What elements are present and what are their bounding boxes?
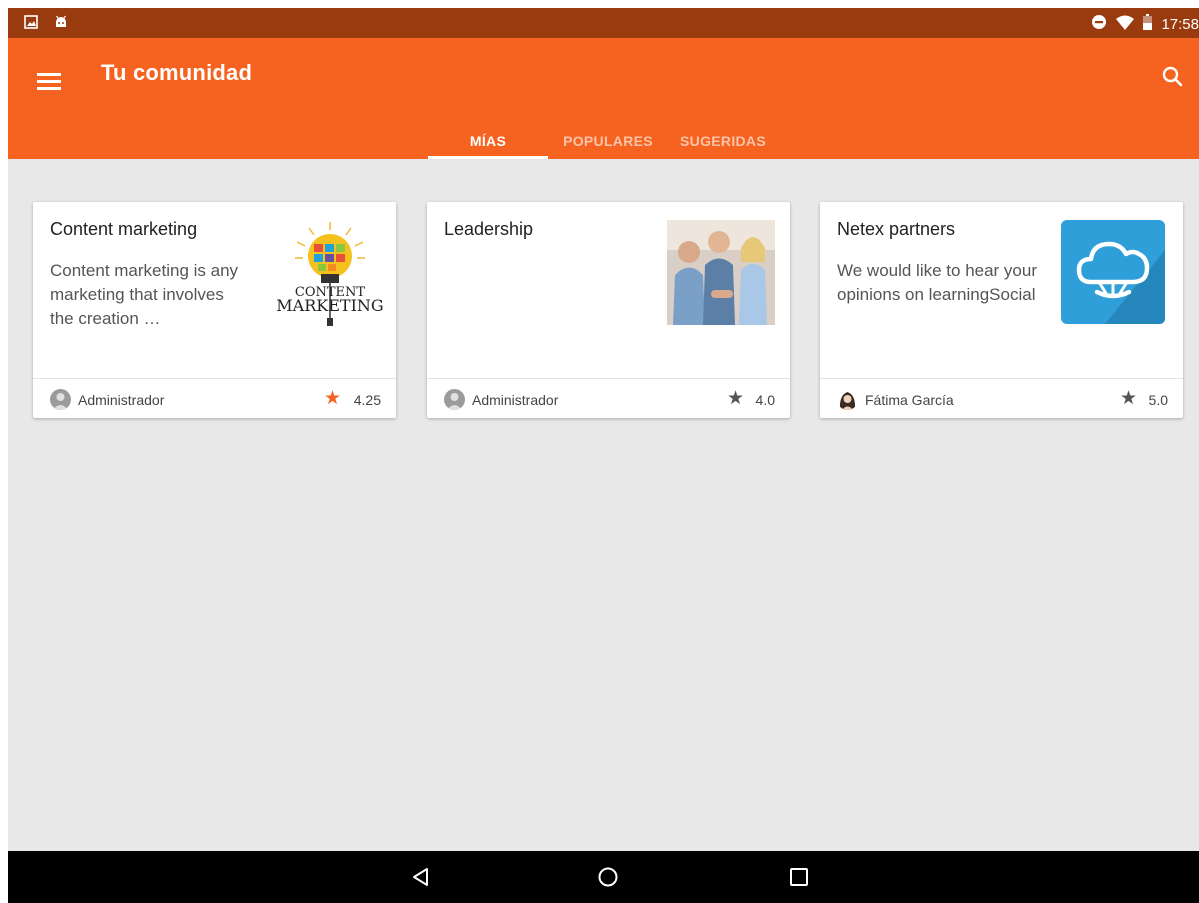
wifi-icon — [1116, 15, 1135, 34]
do-not-disturb-icon — [1091, 14, 1107, 34]
card-title: Netex partners — [837, 219, 956, 239]
image-icon — [24, 15, 38, 34]
back-icon[interactable] — [409, 865, 433, 889]
card-description: Content marketing is any marketing that … — [50, 261, 239, 328]
author-name: Administrador — [472, 392, 559, 408]
status-bar: 17:58 — [8, 8, 1199, 38]
community-card-netex-partners[interactable]: Netex partners We would like to hear you… — [820, 202, 1183, 418]
card-footer: Administrador ★ 4.25 — [33, 378, 396, 419]
tab-bar: MÍAS POPULARES SUGERIDAS — [428, 118, 778, 159]
card-title: Content marketing — [50, 219, 198, 239]
community-card-leadership[interactable]: Leadership Administrador ★ 4.0 — [427, 202, 790, 418]
search-icon[interactable] — [1159, 63, 1187, 91]
card-title: Leadership — [444, 219, 534, 239]
app-bar: Tu comunidad MÍAS POPULARES SUGERIDAS — [8, 38, 1199, 159]
card-description: We would like to hear your opinions on l… — [837, 261, 1038, 304]
navigation-bar — [8, 851, 1199, 903]
star-icon: ★ — [1119, 388, 1137, 409]
hamburger-menu-icon[interactable] — [37, 73, 61, 91]
rating-value: 4.25 — [353, 392, 381, 408]
card-image-lightbulb: CONTENT MARKETING — [273, 220, 388, 326]
avatar — [837, 389, 858, 410]
status-time: 17:58 — [1161, 15, 1199, 33]
star-icon: ★ — [726, 388, 744, 409]
card-footer: Fátima García ★ 5.0 — [820, 378, 1183, 419]
card-footer: Administrador ★ 4.0 — [427, 378, 790, 419]
battery-icon — [1143, 14, 1153, 34]
community-card-content-marketing[interactable]: Content marketing Content marketing is a… — [33, 202, 396, 418]
card-image-cloud-logo — [1061, 220, 1165, 324]
rating-value: 4.0 — [755, 392, 775, 408]
avatar — [444, 389, 465, 410]
app-screen: 17:58 Tu comunidad MÍAS POPULARES SUGERI… — [8, 8, 1199, 903]
recents-icon[interactable] — [787, 865, 811, 889]
star-icon: ★ — [323, 388, 341, 409]
author-name: Fátima García — [865, 392, 954, 408]
tab-sugeridas[interactable]: SUGERIDAS — [668, 118, 778, 159]
rating-value: 5.0 — [1148, 392, 1168, 408]
card-image-people-photo — [667, 220, 775, 325]
home-icon[interactable] — [596, 865, 620, 889]
avatar — [50, 389, 71, 410]
author-name: Administrador — [78, 392, 165, 408]
android-icon — [54, 15, 68, 34]
page-title: Tu comunidad — [101, 60, 253, 85]
tab-mias[interactable]: MÍAS — [428, 118, 548, 159]
tab-populares[interactable]: POPULARES — [548, 118, 668, 159]
